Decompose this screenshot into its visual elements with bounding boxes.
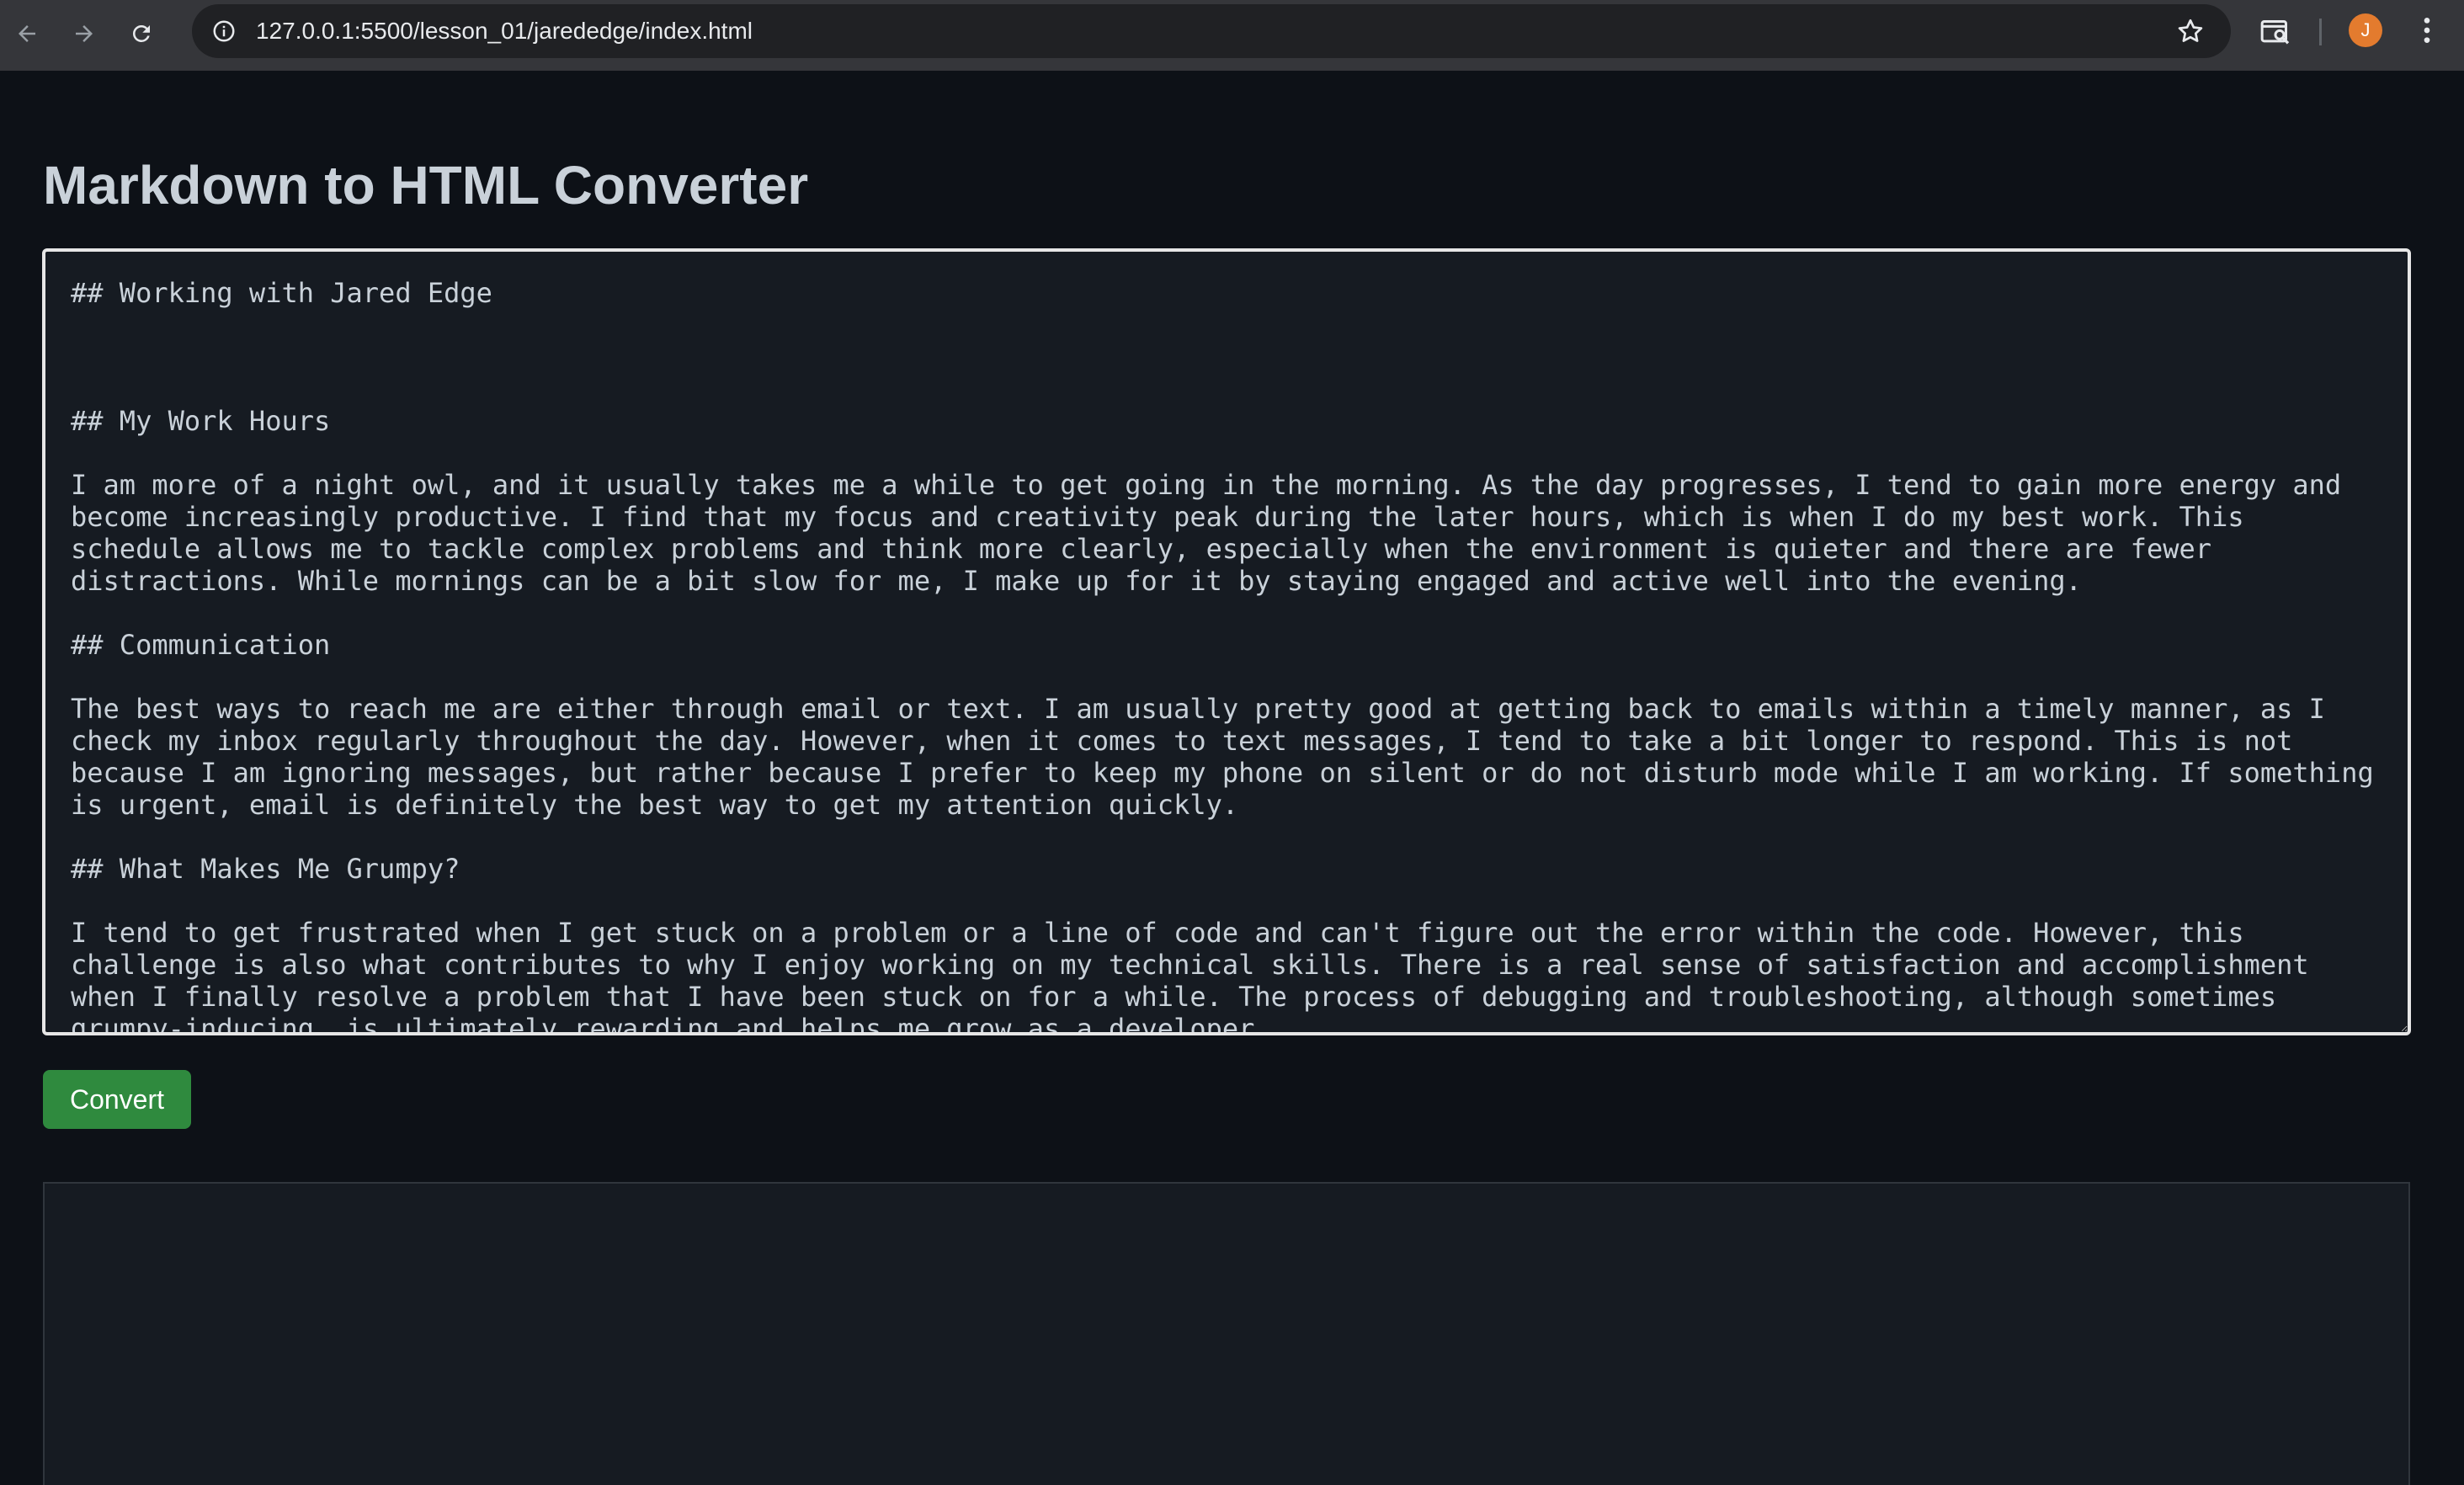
toolbar-divider bbox=[2319, 19, 2322, 45]
tab-search-icon[interactable] bbox=[2259, 15, 2292, 49]
arrow-right-icon bbox=[72, 21, 97, 51]
forward-button[interactable] bbox=[61, 12, 108, 59]
convert-button[interactable]: Convert bbox=[43, 1070, 191, 1129]
markdown-input[interactable] bbox=[42, 248, 2411, 1035]
star-icon[interactable] bbox=[2175, 16, 2206, 46]
arrow-left-icon bbox=[14, 21, 40, 51]
reload-icon bbox=[129, 21, 154, 51]
url-text[interactable]: 127.0.0.1:5500/lesson_01/jarededge/index… bbox=[256, 18, 753, 45]
profile-avatar[interactable]: J bbox=[2349, 13, 2382, 47]
back-button[interactable] bbox=[3, 12, 51, 59]
info-icon[interactable] bbox=[209, 16, 239, 46]
address-bar[interactable]: 127.0.0.1:5500/lesson_01/jarededge/index… bbox=[192, 4, 2231, 58]
kebab-menu-icon[interactable] bbox=[2414, 13, 2440, 47]
html-output bbox=[43, 1182, 2410, 1485]
reload-button[interactable] bbox=[118, 12, 165, 59]
page-title: Markdown to HTML Converter bbox=[43, 155, 809, 216]
browser-toolbar: 127.0.0.1:5500/lesson_01/jarededge/index… bbox=[0, 0, 2464, 71]
page-content: Markdown to HTML Converter Convert bbox=[0, 71, 2464, 1485]
